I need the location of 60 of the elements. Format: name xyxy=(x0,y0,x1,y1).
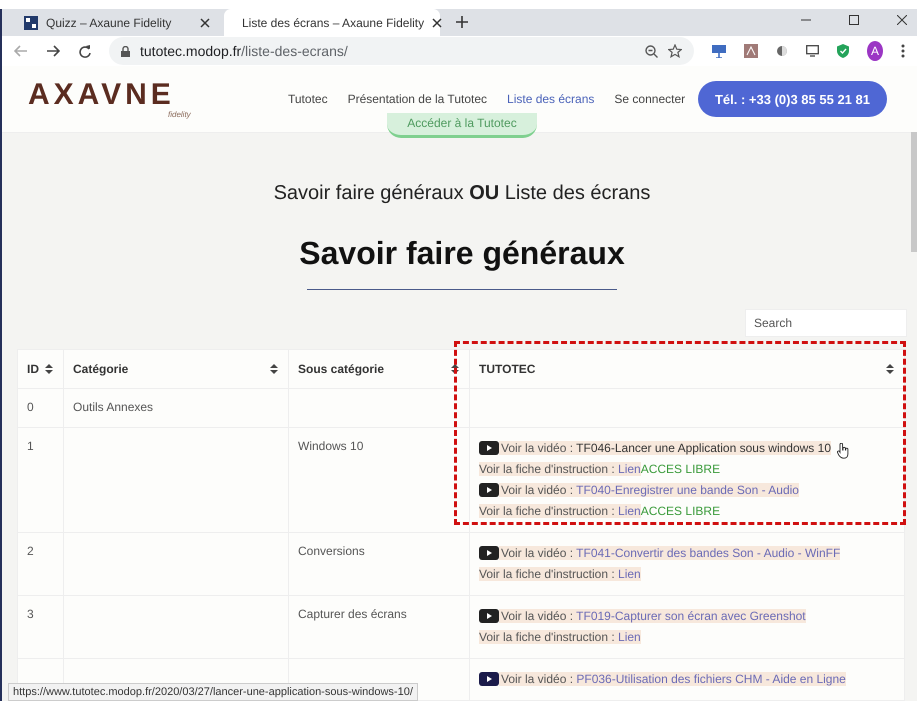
sort-icon[interactable] xyxy=(886,364,894,374)
play-icon[interactable] xyxy=(479,608,499,622)
pdf-icon[interactable] xyxy=(744,44,758,58)
play-icon[interactable] xyxy=(479,440,499,454)
table-cell: 0 xyxy=(18,388,64,428)
browser-tab[interactable]: Liste des écrans – Axaune Fidelity xyxy=(224,9,440,36)
favicon-icon xyxy=(24,16,38,30)
table-cell: Conversions xyxy=(288,532,470,596)
url-text: tutotec.modop.fr/liste-des-ecrans/ xyxy=(140,43,348,59)
column-header[interactable]: ID xyxy=(18,350,64,388)
nav-link[interactable]: Tutotec xyxy=(288,92,328,106)
status-url: https://www.tutotec.modop.fr/2020/03/27/lancer-une-application-sous-windows-10/ xyxy=(8,683,418,701)
reload-icon[interactable] xyxy=(78,44,91,58)
monitor-icon[interactable] xyxy=(806,45,819,57)
table-cell: Outils Annexes xyxy=(64,388,288,428)
access-label: ACCES LIBRE xyxy=(640,504,720,518)
sort-icon[interactable] xyxy=(270,364,278,374)
access-label: ACCES LIBRE xyxy=(640,462,720,476)
nav-link[interactable]: Liste des écrans xyxy=(507,92,594,106)
intro-text: Savoir faire généraux OU Liste des écrans xyxy=(274,182,650,205)
play-icon[interactable] xyxy=(479,546,499,560)
phone-button[interactable]: Tél. : +33 (0)3 85 55 21 81 xyxy=(698,81,887,117)
play-icon[interactable] xyxy=(479,482,499,496)
tab-title[interactable]: Quizz – Axaune Fidelity xyxy=(46,16,192,30)
browser-tab[interactable]: Quizz – Axaune Fidelity xyxy=(14,9,220,36)
scrollbar[interactable] xyxy=(911,132,917,252)
lock-icon xyxy=(121,46,130,56)
new-tab-icon[interactable] xyxy=(456,16,468,28)
table-cell: Capturer des écrans xyxy=(288,596,470,658)
hand-cursor-icon xyxy=(837,442,849,458)
shield-icon[interactable] xyxy=(837,44,849,58)
sort-icon[interactable] xyxy=(451,364,459,374)
circle-icon[interactable] xyxy=(776,45,788,57)
close-icon[interactable] xyxy=(432,18,442,28)
play-icon[interactable] xyxy=(479,672,499,686)
nav-link[interactable]: Se connecter xyxy=(614,92,686,106)
close-icon[interactable] xyxy=(897,15,907,25)
page-heading: Savoir faire généraux xyxy=(299,235,625,272)
table-cell: 3 xyxy=(18,596,64,658)
column-header[interactable]: TUTOTEC xyxy=(470,350,904,388)
address-field[interactable]: tutotec.modop.fr/liste-des-ecrans/ xyxy=(109,37,694,65)
presentation-icon[interactable] xyxy=(712,44,726,58)
sort-icon[interactable] xyxy=(45,364,53,374)
close-icon[interactable] xyxy=(200,18,210,28)
maximize-icon[interactable] xyxy=(849,15,859,25)
column-header[interactable]: Sous catégorie xyxy=(288,350,470,388)
profile-avatar[interactable]: A xyxy=(867,41,883,61)
table-cell: Windows 10 xyxy=(288,428,470,532)
search-field[interactable]: Search xyxy=(745,309,907,337)
logo-subtitle: fidelity xyxy=(168,110,191,118)
tab-title[interactable]: Liste des écrans – Axaune Fidelity xyxy=(242,16,424,30)
zoom-out-icon[interactable] xyxy=(645,44,658,58)
menu-icon[interactable] xyxy=(901,44,905,58)
table-cell: 2 xyxy=(18,532,64,596)
table-cell: 1 xyxy=(18,428,64,532)
star-icon[interactable] xyxy=(668,44,682,58)
forward-arrow-icon[interactable] xyxy=(46,45,60,57)
nav-link[interactable]: Présentation de la Tutotec xyxy=(348,92,488,106)
site-logo[interactable]: AXAVNE xyxy=(28,80,248,110)
column-header[interactable]: Catégorie xyxy=(64,350,288,388)
